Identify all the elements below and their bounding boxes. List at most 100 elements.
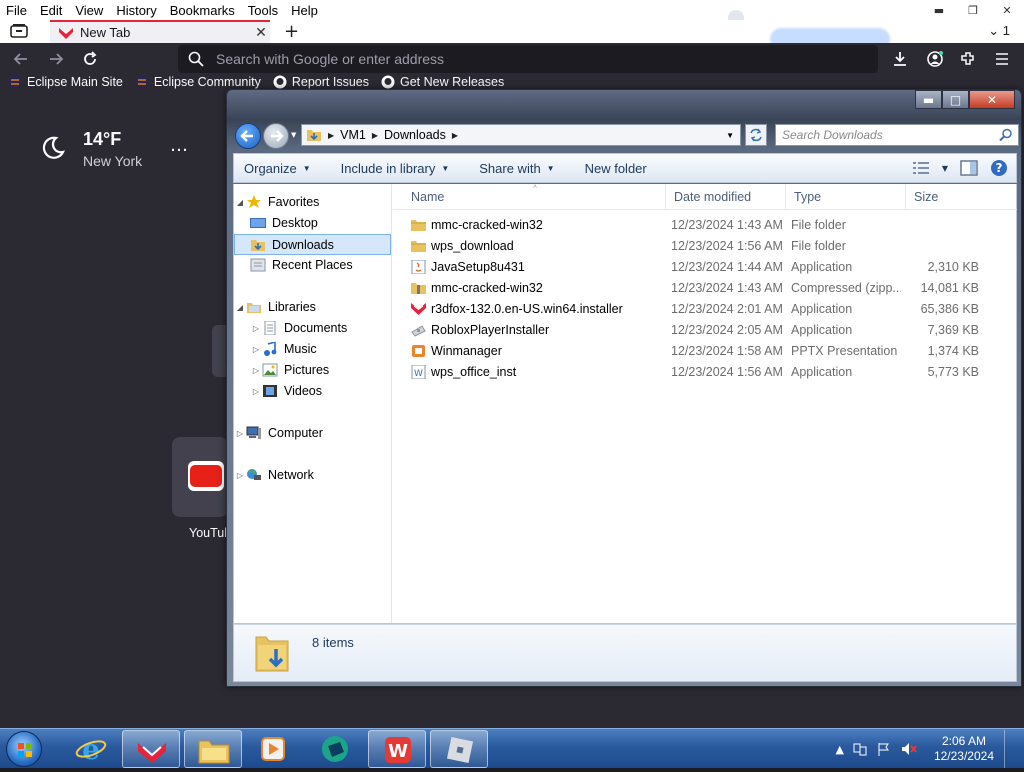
- share-with-button[interactable]: Share with ▼: [479, 161, 554, 176]
- action-center-flag-icon[interactable]: [876, 741, 892, 757]
- nav-videos[interactable]: ▷ Videos: [234, 381, 391, 401]
- column-type[interactable]: Type: [785, 184, 905, 210]
- address-dropdown-icon[interactable]: ▼: [726, 131, 734, 140]
- address-bar[interactable]: ▶ VM1 ▶ Downloads ▶ ▼: [301, 124, 741, 146]
- url-input[interactable]: [216, 45, 856, 73]
- expand-arrow-icon[interactable]: ▷: [250, 387, 262, 396]
- nav-libraries[interactable]: ◢ Libraries: [234, 297, 391, 317]
- breadcrumb-arrow-icon[interactable]: ▶: [372, 131, 378, 140]
- breadcrumb-arrow-icon[interactable]: ▶: [328, 131, 334, 140]
- taskbar-wps[interactable]: W: [368, 730, 426, 768]
- restore-button[interactable]: ❐: [956, 0, 990, 20]
- nav-computer[interactable]: ▷ Computer: [234, 423, 391, 443]
- close-button[interactable]: ✕: [969, 90, 1015, 109]
- menu-view[interactable]: View: [69, 3, 110, 18]
- organize-button[interactable]: Organize ▼: [244, 161, 311, 176]
- search-input[interactable]: [776, 125, 986, 145]
- taskbar-media-player[interactable]: [244, 730, 302, 768]
- tab-close-icon[interactable]: ✕: [252, 25, 270, 41]
- nav-favorites[interactable]: ◢ Favorites: [234, 192, 391, 212]
- expand-arrow-icon[interactable]: ▷: [250, 345, 262, 354]
- bookmark-eclipse-community[interactable]: Eclipse Community: [135, 75, 261, 89]
- taskbar-r3dfox[interactable]: [122, 730, 180, 768]
- reload-icon[interactable]: [81, 50, 99, 68]
- bookmark-eclipse-main[interactable]: Eclipse Main Site: [8, 75, 123, 89]
- column-size[interactable]: Size: [905, 184, 985, 210]
- file-row[interactable]: JavaSetup8u431 12/23/2024 1:44 AM Applic…: [393, 257, 1017, 278]
- preview-pane-icon[interactable]: [960, 160, 978, 176]
- file-row[interactable]: W wps_office_inst 12/23/2024 1:56 AM App…: [393, 362, 1017, 383]
- bookmark-report-issues[interactable]: Report Issues: [273, 75, 369, 89]
- new-folder-button[interactable]: New folder: [585, 161, 647, 176]
- column-date[interactable]: Date modified: [665, 184, 785, 210]
- forward-icon[interactable]: [47, 50, 65, 68]
- menu-history[interactable]: History: [110, 3, 163, 18]
- expand-arrow-icon[interactable]: ▷: [250, 324, 262, 333]
- account-icon[interactable]: [926, 50, 944, 68]
- search-box[interactable]: [775, 124, 1019, 146]
- taskbar-explorer[interactable]: [184, 730, 242, 768]
- tab-new-tab[interactable]: New Tab ✕: [50, 20, 270, 43]
- taskbar-clock[interactable]: 2:06 AM 12/23/2024: [934, 734, 994, 764]
- minimize-button[interactable]: ▬: [915, 90, 942, 109]
- nav-music[interactable]: ▷ Music: [234, 339, 391, 359]
- view-dropdown-icon[interactable]: ▼: [942, 164, 948, 173]
- show-desktop-button[interactable]: [1004, 730, 1016, 768]
- file-row[interactable]: RobloxPlayerInstaller 12/23/2024 2:05 AM…: [393, 320, 1017, 341]
- file-row[interactable]: wps_download 12/23/2024 1:56 AM File fol…: [393, 236, 1017, 257]
- help-icon[interactable]: ?: [990, 159, 1008, 177]
- start-button[interactable]: [6, 731, 42, 767]
- weather-options-icon[interactable]: …: [170, 135, 189, 156]
- file-row[interactable]: Winmanager 12/23/2024 1:58 AM PPTX Prese…: [393, 341, 1017, 362]
- collapse-arrow-icon[interactable]: ◢: [234, 303, 246, 312]
- download-icon[interactable]: [891, 50, 909, 68]
- taskbar-ie[interactable]: e: [62, 730, 120, 768]
- forward-button[interactable]: [263, 123, 289, 149]
- expand-arrow-icon[interactable]: ▷: [250, 366, 262, 375]
- include-in-library-button[interactable]: Include in library ▼: [341, 161, 450, 176]
- back-button[interactable]: [235, 123, 261, 149]
- taskbar-roblox[interactable]: [430, 730, 488, 768]
- tab-count[interactable]: ⌄ 1: [988, 23, 1010, 39]
- taskbar-app[interactable]: [306, 730, 364, 768]
- menu-edit[interactable]: Edit: [34, 3, 69, 18]
- file-row[interactable]: mmc-cracked-win32 12/23/2024 1:43 AM Com…: [393, 278, 1017, 299]
- nav-downloads[interactable]: Downloads: [234, 234, 391, 255]
- nav-documents[interactable]: ▷ Documents: [234, 318, 391, 338]
- bookmark-get-new-releases[interactable]: Get New Releases: [381, 75, 504, 89]
- column-name[interactable]: Name ˄: [403, 184, 665, 210]
- nav-pictures[interactable]: ▷ Pictures: [234, 360, 391, 380]
- menu-file[interactable]: File: [0, 3, 34, 18]
- expand-arrow-icon[interactable]: ▷: [234, 429, 246, 438]
- minimize-button[interactable]: ▬: [922, 0, 956, 20]
- nav-recent-places[interactable]: Recent Places: [234, 255, 391, 275]
- menu-bookmarks[interactable]: Bookmarks: [164, 3, 242, 18]
- breadcrumb-arrow-icon[interactable]: ▶: [452, 131, 458, 140]
- nav-network[interactable]: ▷ Network: [234, 465, 391, 485]
- nav-desktop[interactable]: Desktop: [234, 213, 391, 233]
- expand-arrow-icon[interactable]: ▷: [234, 471, 246, 480]
- close-button[interactable]: ✕: [990, 0, 1024, 20]
- menu-help[interactable]: Help: [285, 3, 325, 18]
- tab-list-icon[interactable]: [10, 23, 28, 39]
- shortcut-tile-youtube[interactable]: [172, 437, 228, 517]
- view-details-icon[interactable]: [912, 161, 930, 175]
- volume-muted-icon[interactable]: [900, 741, 918, 757]
- breadcrumb-vm1[interactable]: VM1: [340, 128, 366, 142]
- hamburger-menu-icon[interactable]: [993, 50, 1011, 68]
- recent-pages-icon[interactable]: ▼: [291, 131, 296, 139]
- refresh-button[interactable]: [745, 124, 767, 146]
- url-bar[interactable]: [178, 45, 878, 73]
- file-row[interactable]: mmc-cracked-win32 12/23/2024 1:43 AM Fil…: [393, 215, 1017, 236]
- file-row[interactable]: r3dfox-132.0.en-US.win64.installer 12/23…: [393, 299, 1017, 320]
- network-tray-icon[interactable]: [852, 741, 868, 757]
- menu-tools[interactable]: Tools: [242, 3, 285, 18]
- collapse-arrow-icon[interactable]: ◢: [234, 198, 246, 207]
- show-hidden-icons-icon[interactable]: ▲: [835, 743, 843, 756]
- extensions-icon[interactable]: [959, 50, 977, 68]
- breadcrumb-downloads[interactable]: Downloads: [384, 128, 446, 142]
- back-icon[interactable]: [12, 50, 30, 68]
- new-tab-button[interactable]: +: [284, 21, 299, 42]
- maximize-button[interactable]: □: [942, 90, 969, 109]
- search-icon[interactable]: [999, 128, 1013, 142]
